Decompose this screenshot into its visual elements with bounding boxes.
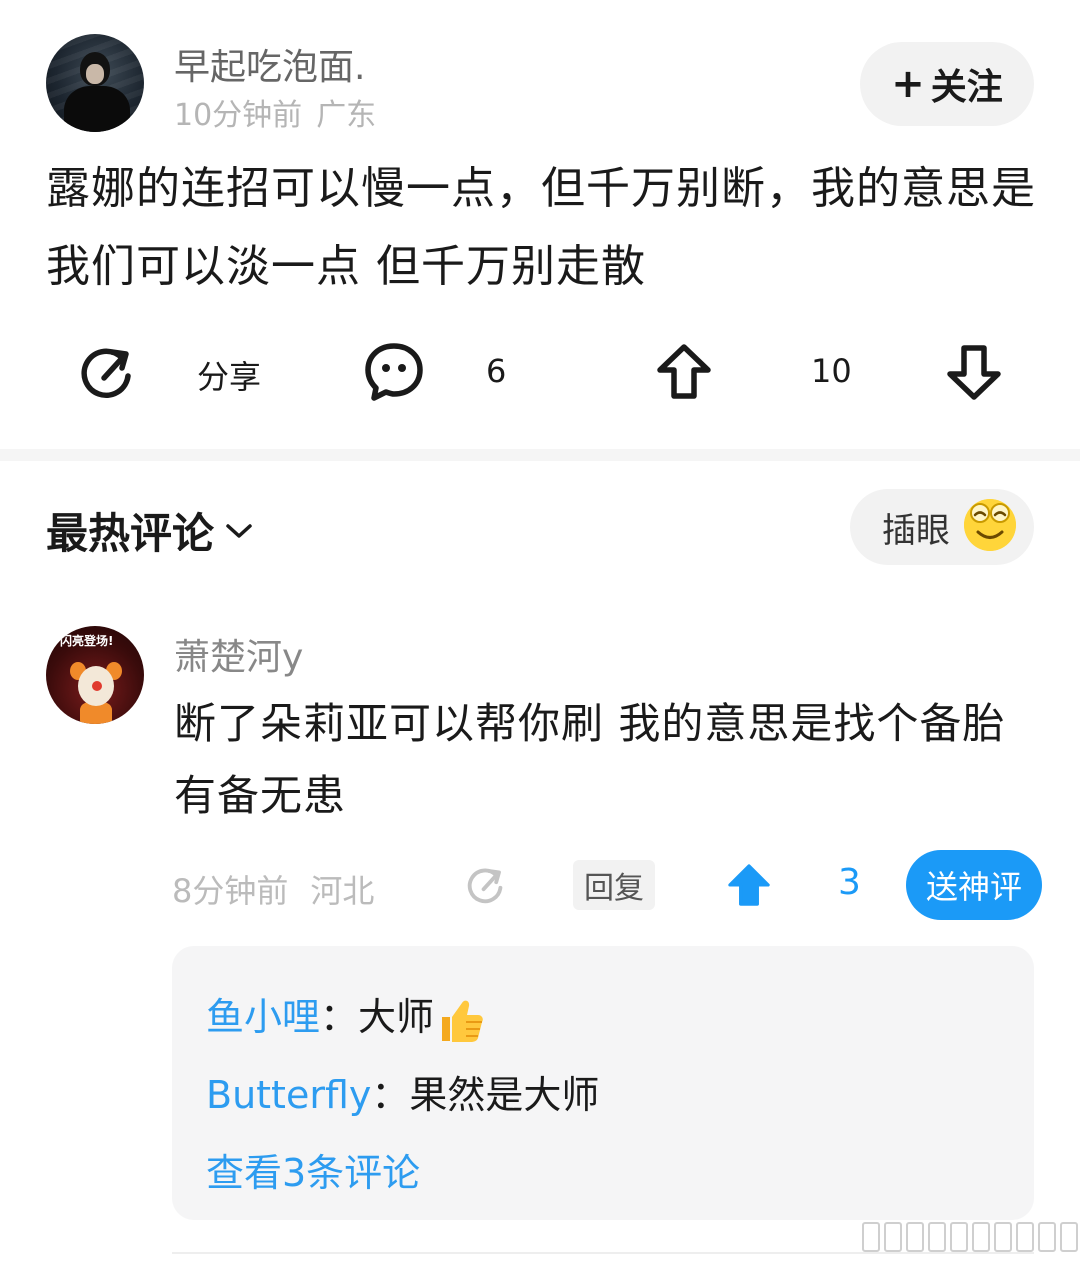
commenter-avatar[interactable]: 闪亮登场! — [46, 626, 144, 724]
reply-button[interactable]: 回复 — [573, 860, 655, 910]
post-location: 广东 — [316, 98, 377, 133]
glasses-smile-emoji-icon — [964, 499, 1016, 551]
post-time: 10分钟前 — [174, 98, 303, 133]
upvote-count: 10 — [811, 352, 852, 390]
reply-item[interactable]: Butterfly：果然是大师 — [206, 1064, 599, 1119]
reply-author[interactable]: Butterfly — [206, 1073, 371, 1117]
comment-icon[interactable] — [364, 342, 424, 402]
reply-item[interactable]: 鱼小哩：大师 — [206, 986, 486, 1045]
share-label[interactable]: 分享 — [197, 352, 261, 398]
reply-author[interactable]: 鱼小哩 — [206, 995, 320, 1039]
author-avatar[interactable] — [46, 34, 144, 132]
downvote-icon[interactable] — [944, 342, 1004, 402]
thumbs-up-emoji-icon — [442, 1000, 483, 1042]
comment-text: 断了朵莉亚可以帮你刷 我的意思是找个备胎有备无患 — [174, 699, 1006, 820]
comment-location: 河北 — [310, 872, 375, 910]
bookmark-button[interactable]: 插眼 — [850, 489, 1034, 565]
share-icon[interactable] — [76, 342, 136, 402]
follow-button[interactable]: + 关注 — [860, 42, 1034, 126]
avatar-tag-text: 闪亮登场! — [60, 634, 114, 648]
upvote-icon[interactable] — [654, 342, 714, 402]
reply-content: 果然是大师 — [409, 1073, 600, 1117]
comment-share-icon[interactable] — [464, 864, 506, 906]
author-name[interactable]: 早起吃泡面. — [174, 38, 365, 90]
commenter-name[interactable]: 萧楚河y — [174, 628, 303, 680]
section-divider — [0, 449, 1080, 461]
post-text: 露娜的连招可以慢一点，但千万别断，我的意思是我们可以淡一点 但千万别走散 — [46, 163, 1036, 292]
comment-upvote-count: 3 — [838, 862, 861, 903]
hot-comments-title: 最热评论 — [46, 509, 215, 558]
plus-icon: + — [891, 61, 925, 107]
follow-label: 关注 — [930, 67, 1003, 108]
reply-colon: ： — [320, 995, 359, 1039]
watermark-logo — [862, 1222, 1080, 1252]
view-more-replies-link[interactable]: 查看3条评论 — [206, 1142, 420, 1197]
comment-time: 8分钟前 — [172, 872, 289, 910]
comment-count: 6 — [486, 352, 507, 390]
replies-panel: 鱼小哩：大师 Butterfly：果然是大师 查看3条评论 — [172, 946, 1034, 1220]
bottom-divider — [172, 1252, 1034, 1254]
comment-meta: 8分钟前 河北 — [172, 866, 374, 912]
reply-content: 大师 — [358, 995, 435, 1039]
post-meta: 10分钟前 广东 — [174, 90, 376, 134]
award-god-comment-button[interactable]: 送神评 — [906, 850, 1042, 920]
chevron-down-icon — [226, 523, 252, 538]
bookmark-label: 插眼 — [882, 510, 950, 551]
reply-colon: ： — [371, 1073, 410, 1117]
comment-upvote-icon[interactable] — [726, 862, 772, 908]
hot-comments-sort[interactable]: 最热评论 — [46, 500, 254, 561]
